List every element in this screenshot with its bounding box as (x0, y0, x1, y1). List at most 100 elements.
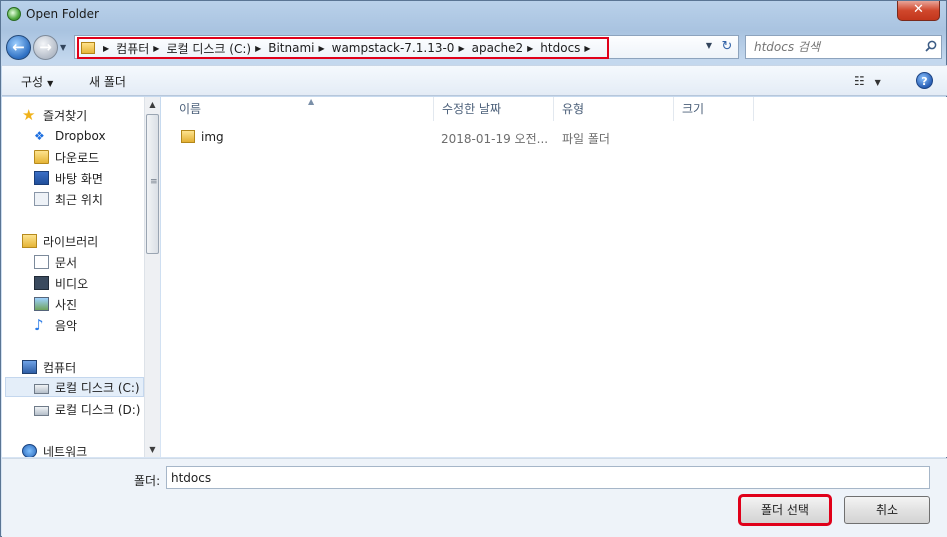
column-header-name[interactable]: ▲ 이름 (171, 97, 434, 121)
desktop-icon (34, 171, 49, 185)
nav-item-label: 로컬 디스크 (D:) (55, 402, 141, 417)
nav-item-desktop[interactable]: 바탕 화면 (34, 168, 103, 188)
refresh-icon[interactable]: ↻ (718, 39, 736, 55)
nav-item-label: 즐겨찾기 (43, 108, 88, 123)
breadcrumb: ▶ 컴퓨터 ▶ 로컬 디스크 (C:) ▶ Bitnami ▶ wampstac… (77, 37, 609, 59)
chevron-right-icon[interactable]: ▶ (318, 44, 324, 53)
select-folder-button[interactable]: 폴더 선택 (738, 494, 832, 526)
help-icon[interactable]: ? (916, 72, 933, 89)
scroll-thumb[interactable]: ≡ (146, 114, 159, 254)
scroll-up-icon[interactable]: ▲ (145, 97, 160, 112)
folder-icon (181, 130, 195, 143)
nav-item-network[interactable]: 네트워크 (22, 441, 87, 457)
recent-places-icon (34, 192, 49, 206)
breadcrumb-drive-c[interactable]: 로컬 디스크 (C:) (166, 40, 251, 57)
new-folder-button[interactable]: 새 폴더 (89, 73, 126, 90)
nav-item-label: 네트워크 (43, 444, 88, 458)
nav-pane-scrollbar[interactable]: ▲ ≡ ▼ (144, 97, 160, 457)
grip-icon: ≡ (150, 177, 158, 187)
nav-item-label: 다운로드 (55, 150, 100, 165)
nav-item-label: 로컬 디스크 (C:) (55, 380, 140, 395)
forward-button[interactable]: → (33, 35, 58, 60)
chevron-right-icon[interactable]: ▶ (103, 44, 109, 53)
nav-item-documents[interactable]: 문서 (34, 252, 77, 272)
command-bar: 구성 ▼ 새 폴더 ☷ ▼ ? (2, 65, 947, 96)
nav-item-drive-c[interactable]: 로컬 디스크 (C:) (5, 377, 144, 397)
breadcrumb-bitnami[interactable]: Bitnami (268, 41, 314, 55)
nav-item-drive-d[interactable]: 로컬 디스크 (D:) (34, 399, 140, 419)
breadcrumb-computer[interactable]: 컴퓨터 (116, 40, 149, 57)
chevron-right-icon[interactable]: ▶ (527, 44, 533, 53)
organize-menu[interactable]: 구성 ▼ (21, 73, 53, 90)
drive-icon (34, 405, 49, 416)
drive-icon (34, 383, 49, 394)
search-icon[interactable] (925, 40, 937, 52)
scroll-down-icon[interactable]: ▼ (145, 442, 160, 457)
title-bar: Open Folder ✕ (1, 1, 946, 29)
downloads-folder-icon (34, 150, 49, 164)
nav-item-favorites[interactable]: ★ 즐겨찾기 (22, 105, 87, 125)
nav-item-label: 음악 (55, 318, 78, 333)
column-header-label: 이름 (179, 102, 202, 116)
nav-item-label: 라이브러리 (43, 234, 99, 249)
library-icon (22, 234, 37, 248)
folder-field-label: 폴더: (134, 474, 161, 488)
picture-icon (34, 297, 49, 311)
document-icon (34, 255, 49, 269)
organize-label: 구성 (21, 75, 44, 89)
breadcrumb-apache2[interactable]: apache2 (472, 41, 524, 55)
nav-item-label: 비디오 (55, 276, 89, 291)
chevron-right-icon[interactable]: ▶ (153, 44, 159, 53)
cancel-button[interactable]: 취소 (844, 496, 930, 524)
recent-pages-dropdown-icon[interactable]: ▼ (60, 43, 70, 53)
back-button[interactable]: ← (6, 35, 31, 60)
nav-item-label: 바탕 화면 (55, 171, 103, 186)
chevron-right-icon[interactable]: ▶ (584, 44, 590, 53)
chevron-right-icon[interactable]: ▶ (255, 44, 261, 53)
nav-item-label: Dropbox (55, 129, 106, 143)
dropbox-icon: ❖ (34, 129, 45, 143)
nav-item-label: 최근 위치 (55, 192, 103, 207)
nav-item-recent[interactable]: 최근 위치 (34, 189, 103, 209)
navigation-pane: ★ 즐겨찾기 ❖ Dropbox 다운로드 바탕 화면 최근 위치 라이브러리 … (2, 97, 160, 457)
window-title: Open Folder (26, 7, 99, 21)
nav-item-music[interactable]: ♪ 음악 (34, 315, 77, 335)
close-button[interactable]: ✕ (897, 1, 940, 21)
chevron-down-icon: ▼ (47, 79, 54, 88)
address-dropdown-icon[interactable]: ▼ (706, 41, 712, 50)
nav-item-libraries[interactable]: 라이브러리 (22, 231, 98, 251)
chevron-right-icon[interactable]: ▶ (458, 44, 464, 53)
nav-item-label: 문서 (55, 255, 78, 270)
star-icon: ★ (22, 106, 36, 124)
view-list-icon: ☷ (854, 74, 865, 88)
open-folder-dialog: Open Folder ✕ ← → ▼ ▶ 컴퓨터 ▶ 로컬 디스크 (C:) … (0, 0, 947, 537)
file-list: ▲ 이름 수정한 날짜 유형 크기 img 2018-01-19 오전... 파일… (161, 97, 947, 457)
nav-item-computer[interactable]: 컴퓨터 (22, 357, 76, 377)
column-header-size[interactable]: 크기 (674, 97, 754, 121)
search-input[interactable] (746, 36, 916, 58)
column-header-type[interactable]: 유형 (554, 97, 674, 121)
view-options-button[interactable]: ☷ ▼ (854, 74, 888, 88)
nav-item-pictures[interactable]: 사진 (34, 294, 77, 314)
chevron-down-icon: ▼ (874, 78, 881, 87)
computer-icon (22, 360, 37, 374)
breadcrumb-wampstack[interactable]: wampstack-7.1.13-0 (332, 41, 455, 55)
music-icon: ♪ (34, 316, 44, 334)
app-icon (7, 7, 21, 21)
nav-item-label: 사진 (55, 297, 78, 312)
breadcrumb-htdocs[interactable]: htdocs (540, 41, 580, 55)
folder-name-field[interactable] (166, 466, 930, 489)
nav-item-dropbox[interactable]: ❖ Dropbox (34, 126, 106, 146)
address-bar[interactable]: ▶ 컴퓨터 ▶ 로컬 디스크 (C:) ▶ Bitnami ▶ wampstac… (74, 35, 739, 59)
table-row[interactable]: img 2018-01-19 오전... 파일 폴더 (171, 127, 751, 147)
search-box[interactable] (745, 35, 942, 59)
nav-item-downloads[interactable]: 다운로드 (34, 147, 99, 167)
file-name: img (201, 130, 224, 144)
file-type: 파일 폴더 (562, 132, 610, 146)
column-header-date[interactable]: 수정한 날짜 (434, 97, 554, 121)
sort-ascending-icon: ▲ (308, 97, 315, 106)
nav-item-videos[interactable]: 비디오 (34, 273, 88, 293)
nav-item-label: 컴퓨터 (43, 360, 77, 375)
network-icon (22, 444, 37, 457)
dialog-footer: 폴더: 폴더 선택 취소 (2, 458, 947, 537)
